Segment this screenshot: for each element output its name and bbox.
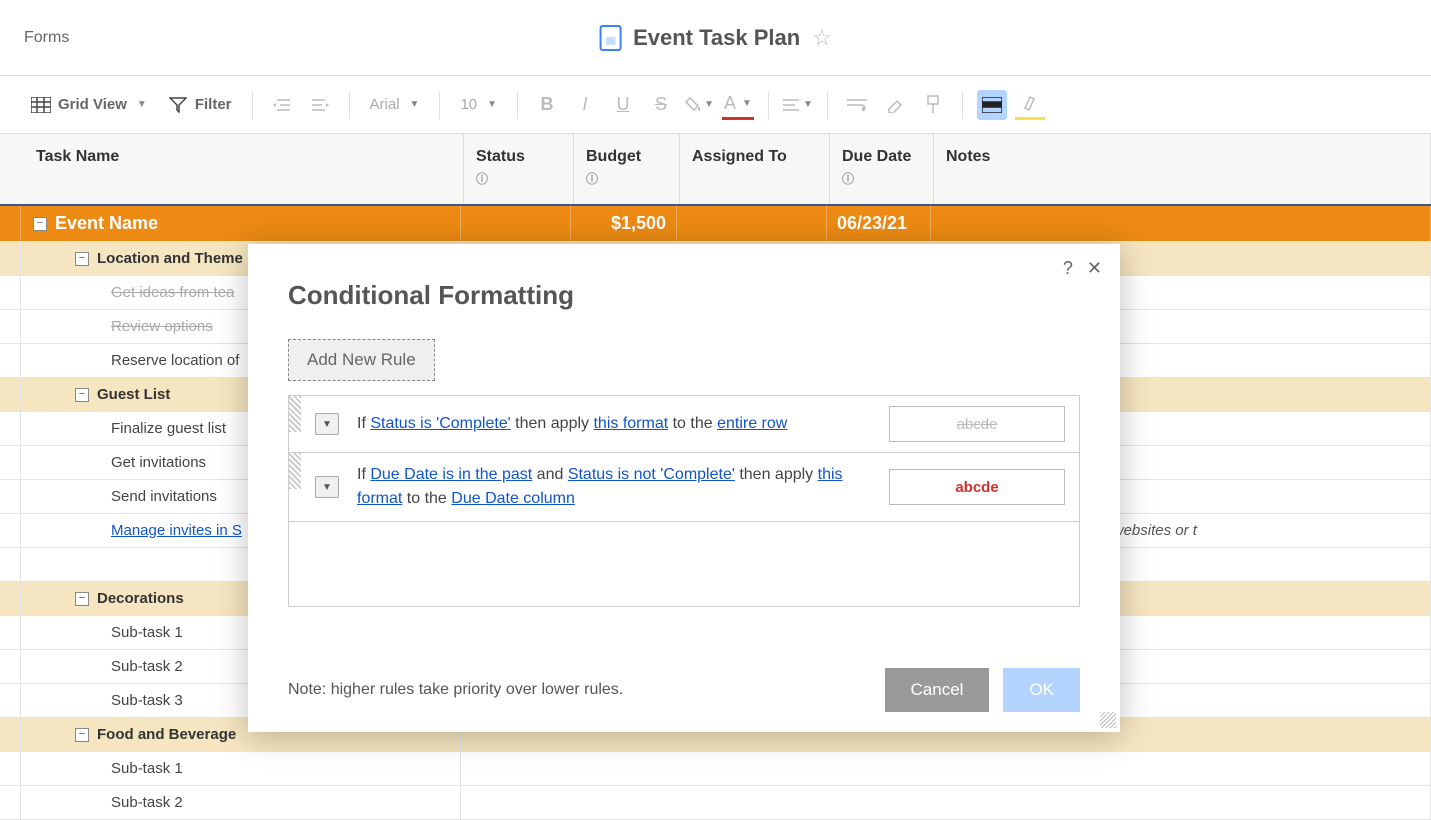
conditional-formatting-dialog: ? ✕ Conditional Formatting Add New Rule …	[248, 244, 1120, 732]
resize-grip-icon[interactable]	[1100, 712, 1116, 728]
column-headers: Task Name Statusⓘ Budgetⓘ Assigned To Du…	[0, 134, 1431, 206]
filter-icon	[167, 96, 189, 114]
drag-handle-icon[interactable]	[289, 396, 301, 432]
underline-button[interactable]: U	[608, 90, 638, 120]
section-row-event[interactable]: −Event Name $1,500 06/23/21	[0, 206, 1431, 242]
help-icon[interactable]: ?	[1063, 258, 1073, 279]
font-name-label: Arial	[370, 96, 400, 113]
caret-icon: ▼	[704, 99, 714, 110]
rule-condition-link[interactable]: Due Date is in the past	[370, 466, 532, 483]
font-size-selector[interactable]: 10 ▼	[454, 92, 503, 117]
clear-format-button[interactable]	[880, 90, 910, 120]
filter-button[interactable]: Filter	[161, 92, 238, 118]
close-icon[interactable]: ✕	[1087, 258, 1102, 279]
bold-button[interactable]: B	[532, 90, 562, 120]
caret-icon: ▼	[742, 98, 752, 109]
collapse-icon[interactable]: −	[75, 388, 89, 402]
sheet-icon	[599, 25, 621, 51]
info-icon: ⓘ	[476, 170, 561, 187]
priority-note: Note: higher rules take priority over lo…	[288, 681, 623, 699]
align-button[interactable]: ▼	[783, 90, 813, 120]
outdent-button[interactable]	[267, 90, 297, 120]
collapse-icon[interactable]: −	[33, 217, 47, 231]
info-icon: ⓘ	[586, 170, 667, 187]
rule-scope-link[interactable]: Due Date column	[451, 490, 575, 507]
divider	[517, 91, 518, 119]
filter-label: Filter	[195, 96, 232, 113]
divider	[768, 91, 769, 119]
fill-color-button[interactable]: ▼	[684, 90, 714, 120]
rule-condition-link[interactable]: Status is not 'Complete'	[568, 466, 735, 483]
highlight-button[interactable]	[1015, 90, 1045, 120]
info-icon: ⓘ	[842, 170, 921, 187]
column-header-notes[interactable]: Notes	[934, 134, 1431, 204]
forms-link[interactable]: Forms	[24, 29, 69, 47]
conditional-formatting-button[interactable]	[977, 90, 1007, 120]
collapse-icon[interactable]: −	[75, 252, 89, 266]
strikethrough-button[interactable]: S	[646, 90, 676, 120]
view-switcher[interactable]: Grid View ▼	[24, 92, 153, 118]
toolbar: Grid View ▼ Filter Arial▼ 10▼ B I U S ▼ …	[0, 76, 1431, 134]
format-preview: abcde	[889, 469, 1065, 505]
font-family-selector[interactable]: Arial ▼	[364, 92, 426, 117]
cancel-button[interactable]: Cancel	[885, 668, 990, 712]
add-rule-button[interactable]: Add New Rule	[288, 339, 435, 381]
collapse-icon[interactable]: −	[75, 592, 89, 606]
drag-handle-icon[interactable]	[289, 453, 301, 489]
rule-scope-link[interactable]: entire row	[717, 415, 787, 432]
divider	[827, 91, 828, 119]
column-header-budget[interactable]: Budgetⓘ	[574, 134, 680, 204]
favorite-star-icon[interactable]: ☆	[812, 25, 832, 51]
italic-button[interactable]: I	[570, 90, 600, 120]
divider	[349, 91, 350, 119]
topbar: Forms Event Task Plan ☆	[0, 0, 1431, 76]
rules-list: ▼ If Status is 'Complete' then apply thi…	[288, 395, 1080, 607]
column-header-task[interactable]: Task Name	[24, 134, 464, 204]
format-painter-button[interactable]	[918, 90, 948, 120]
rule-row[interactable]: ▼ If Status is 'Complete' then apply thi…	[289, 396, 1079, 453]
divider	[439, 91, 440, 119]
caret-icon: ▼	[137, 99, 147, 110]
divider	[962, 91, 963, 119]
caret-icon: ▼	[487, 99, 497, 110]
divider	[252, 91, 253, 119]
row-number-header	[0, 134, 24, 204]
task-row[interactable]: Sub-task 1	[0, 752, 1431, 786]
rule-menu-button[interactable]: ▼	[315, 476, 339, 498]
collapse-icon[interactable]: −	[75, 728, 89, 742]
grid-icon	[30, 96, 52, 114]
text-color-button[interactable]: A▼	[722, 90, 754, 120]
view-label: Grid View	[58, 96, 127, 113]
wrap-button[interactable]	[842, 90, 872, 120]
rule-menu-button[interactable]: ▼	[315, 413, 339, 435]
ok-button[interactable]: OK	[1003, 668, 1080, 712]
caret-icon: ▼	[410, 99, 420, 110]
font-size-label: 10	[460, 96, 477, 113]
rule-description: If Status is 'Complete' then apply this …	[357, 412, 871, 436]
rule-row[interactable]: ▼ If Due Date is in the past and Status …	[289, 453, 1079, 522]
indent-button[interactable]	[305, 90, 335, 120]
format-preview: abcde	[889, 406, 1065, 442]
rule-format-link[interactable]: this format	[593, 415, 668, 432]
column-header-due[interactable]: Due Dateⓘ	[830, 134, 934, 204]
sheet-title-wrap: Event Task Plan ☆	[599, 25, 832, 51]
task-row[interactable]: Sub-task 2	[0, 786, 1431, 820]
rule-description: If Due Date is in the past and Status is…	[357, 463, 871, 511]
column-header-assigned[interactable]: Assigned To	[680, 134, 830, 204]
sheet-title[interactable]: Event Task Plan	[633, 25, 800, 51]
caret-icon: ▼	[803, 99, 813, 110]
dialog-title: Conditional Formatting	[288, 280, 1080, 311]
column-header-status[interactable]: Statusⓘ	[464, 134, 574, 204]
rule-condition-link[interactable]: Status is 'Complete'	[370, 415, 510, 432]
